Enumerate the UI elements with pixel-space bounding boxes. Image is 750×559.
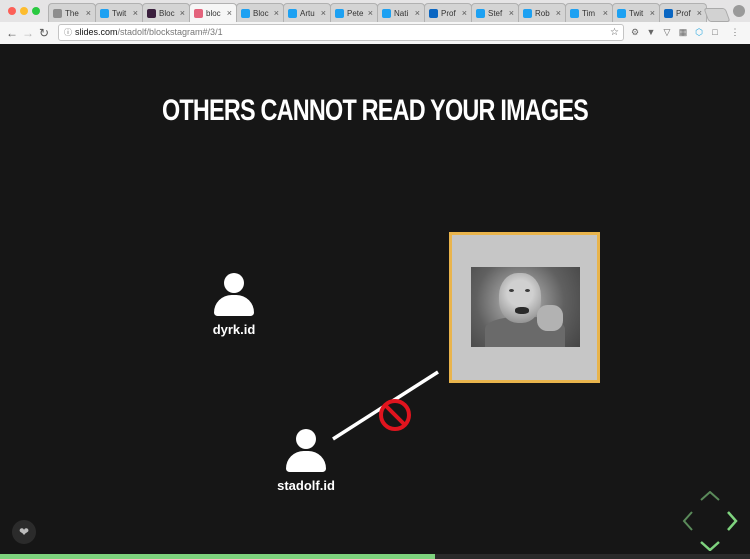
close-tab-icon[interactable]: × — [462, 8, 467, 18]
nav-down-icon[interactable] — [700, 541, 720, 551]
twitter-favicon-icon — [241, 9, 250, 18]
browser-tab[interactable]: Twit × — [612, 3, 660, 22]
tab-label: bloc — [206, 9, 221, 18]
close-window-button[interactable] — [8, 7, 16, 15]
browser-tab[interactable]: Bloc × — [142, 3, 190, 22]
close-tab-icon[interactable]: × — [86, 8, 91, 18]
twitter-favicon-icon — [382, 9, 391, 18]
nav-up-icon[interactable] — [700, 491, 720, 501]
extension-shield-icon[interactable]: ▼ — [646, 27, 656, 37]
twitter-favicon-icon — [288, 9, 297, 18]
tab-label: Prof — [441, 9, 456, 18]
nav-left-icon[interactable] — [682, 511, 693, 531]
close-tab-icon[interactable]: × — [133, 8, 138, 18]
linkedin-favicon-icon — [664, 9, 673, 18]
twitter-favicon-icon — [335, 9, 344, 18]
tab-label: Pete — [347, 9, 364, 18]
extension-gear-icon[interactable]: ⚙ — [630, 27, 640, 37]
dark-favicon-icon — [147, 9, 156, 18]
blocked-connection — [332, 370, 439, 441]
twitter-favicon-icon — [617, 9, 626, 18]
browser-tab[interactable]: bloc × — [189, 3, 237, 22]
browser-tab[interactable]: Artu × — [283, 3, 331, 22]
tab-label: Prof — [676, 9, 691, 18]
slide-canvas: OTHERS CANNOT READ YOUR IMAGES dyrk.id s… — [0, 44, 750, 559]
url-host: slides.com — [75, 27, 118, 37]
browser-tab[interactable]: Twit × — [95, 3, 143, 22]
browser-tab[interactable]: Pete × — [330, 3, 378, 22]
browser-tab[interactable]: Bloc × — [236, 3, 284, 22]
reload-icon[interactable]: ↻ — [39, 25, 49, 41]
browser-tab[interactable]: Rob × — [518, 3, 566, 22]
tab-label: Rob — [535, 9, 550, 18]
progress-fill — [0, 554, 435, 559]
browser-tab[interactable]: The × — [48, 3, 96, 22]
tab-label: Stef — [488, 9, 503, 18]
grey-favicon-icon — [53, 9, 62, 18]
tab-label: Bloc — [253, 9, 269, 18]
slide-navigation — [682, 491, 738, 551]
extension-filter-icon[interactable]: ▽ — [662, 27, 672, 37]
extension-hex-icon[interactable]: ⬡ — [694, 27, 704, 37]
tab-label: Twit — [629, 9, 644, 18]
twitter-favicon-icon — [570, 9, 579, 18]
forward-arrow-icon[interactable]: → — [22, 25, 34, 41]
tab-label: Nati — [394, 9, 409, 18]
slide-progress-bar — [0, 554, 750, 559]
extension-window-icon[interactable]: □ — [710, 27, 720, 37]
tab-label: The — [65, 9, 79, 18]
browser-tab[interactable]: Prof × — [424, 3, 472, 22]
new-tab-button[interactable] — [703, 8, 731, 22]
close-tab-icon[interactable]: × — [509, 8, 514, 18]
browser-toolbar: ← → ↻ ⓘ slides.com/stadolf/blockstagram#… — [0, 22, 750, 44]
prohibited-icon — [379, 399, 411, 431]
info-icon[interactable]: ⓘ — [64, 25, 72, 40]
slides-favicon-icon — [194, 9, 203, 18]
browser-tab[interactable]: Nati × — [377, 3, 425, 22]
nav-right-icon[interactable] — [727, 511, 738, 531]
close-tab-icon[interactable]: × — [227, 8, 232, 18]
close-tab-icon[interactable]: × — [368, 8, 373, 18]
menu-dots-icon[interactable]: ⋮ — [730, 27, 740, 37]
url-path: /stadolf/blockstagram#/3/1 — [117, 27, 223, 37]
tab-label: Artu — [300, 9, 315, 18]
browser-tab[interactable]: Stef × — [471, 3, 519, 22]
twitter-favicon-icon — [523, 9, 532, 18]
browser-chrome: The × Twit × Bloc × bloc × Bloc × Artu × Pete × Nati × P… — [0, 0, 750, 44]
like-heart-button[interactable]: ❤ — [12, 520, 36, 544]
twitter-favicon-icon — [476, 9, 485, 18]
browser-tab[interactable]: Prof × — [659, 3, 707, 22]
url-text: slides.com/stadolf/blockstagram#/3/1 — [75, 25, 223, 40]
browser-tab[interactable]: Tim × — [565, 3, 613, 22]
close-tab-icon[interactable]: × — [697, 8, 702, 18]
zoom-window-button[interactable] — [32, 7, 40, 15]
tab-label: Bloc — [159, 9, 175, 18]
linkedin-favicon-icon — [429, 9, 438, 18]
bookmark-star-icon[interactable]: ☆ — [610, 25, 619, 40]
address-bar[interactable]: ⓘ slides.com/stadolf/blockstagram#/3/1 ☆ — [58, 24, 624, 41]
back-arrow-icon[interactable]: ← — [6, 25, 18, 41]
profile-avatar[interactable] — [733, 5, 745, 17]
tab-label: Twit — [112, 9, 127, 18]
extension-grid-icon[interactable]: ▦ — [678, 27, 688, 37]
close-tab-icon[interactable]: × — [180, 8, 185, 18]
minimize-window-button[interactable] — [20, 7, 28, 15]
close-tab-icon[interactable]: × — [415, 8, 420, 18]
close-tab-icon[interactable]: × — [321, 8, 326, 18]
close-tab-icon[interactable]: × — [603, 8, 608, 18]
close-tab-icon[interactable]: × — [650, 8, 655, 18]
tab-label: Tim — [582, 9, 596, 18]
close-tab-icon[interactable]: × — [274, 8, 279, 18]
close-tab-icon[interactable]: × — [556, 8, 561, 18]
twitter-favicon-icon — [100, 9, 109, 18]
